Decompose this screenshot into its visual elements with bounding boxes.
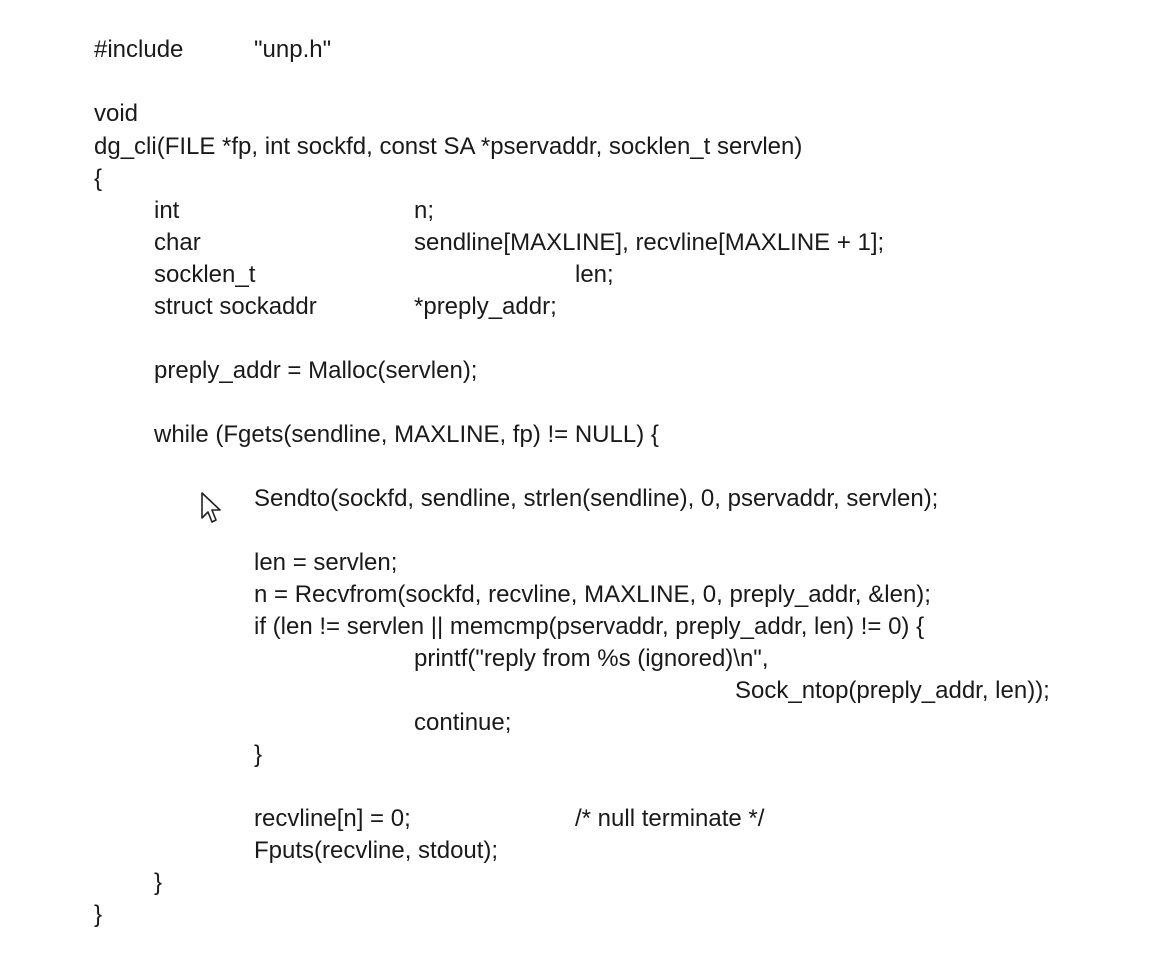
code-line-4-segment-0: { [94, 165, 103, 192]
code-line-20-segment-0: Sock_ntop(preply_addr, len)); [735, 677, 1050, 704]
code-line-21-segment-0: continue; [414, 709, 512, 736]
code-line-3-segment-0: dg_cli(FILE *fp, int sockfd, const SA *p… [94, 133, 803, 160]
code-line-18-segment-0: if (len != servlen || memcmp(pservaddr, … [254, 613, 925, 640]
code-line-6-segment-1: sendline[MAXLINE], recvline[MAXLINE + 1]… [414, 229, 885, 256]
code-line-6-segment-0: char [154, 229, 201, 256]
code-line-25-segment-0: Fputs(recvline, stdout); [254, 837, 499, 864]
code-line-2-segment-0: void [94, 100, 139, 127]
code-line-14-segment-0: Sendto(sockfd, sendline, strlen(sendline… [254, 485, 939, 512]
code-line-16-segment-0: len = servlen; [254, 549, 398, 576]
code-line-24-segment-0: recvline[n] = 0; [254, 805, 411, 832]
code-line-5-segment-0: int [154, 197, 180, 224]
code-line-8-segment-0: struct sockaddr [154, 293, 317, 320]
code-listing: #include "unp.h" void dg_cli(FILE *fp, int … [0, 0, 1154, 954]
code-line-26-segment-0: } [154, 869, 163, 896]
code-line-5-segment-1: n; [414, 197, 435, 224]
code-line-7-segment-1: len; [575, 261, 614, 288]
code-line-22-segment-0: } [254, 741, 263, 768]
code-line-8-segment-1: *preply_addr; [414, 293, 557, 320]
code-line-24-segment-1: /* null terminate */ [575, 805, 765, 832]
code-line-10-segment-0: preply_addr = Malloc(servlen); [154, 357, 478, 384]
mouse-pointer-arrow-icon [201, 492, 221, 523]
code-line-17-segment-0: n = Recvfrom(sockfd, recvline, MAXLINE, … [254, 581, 931, 608]
code-line-12-segment-0: while (Fgets(sendline, MAXLINE, fp) != N… [154, 421, 659, 448]
code-line-19-segment-0: printf("reply from %s (ignored)\n", [414, 645, 769, 672]
code-line-7-segment-0: socklen_t [154, 261, 256, 288]
code-line-0-segment-1: "unp.h" [254, 36, 332, 63]
code-line-27-segment-0: } [94, 901, 103, 928]
code-line-0-segment-0: #include [94, 36, 184, 63]
